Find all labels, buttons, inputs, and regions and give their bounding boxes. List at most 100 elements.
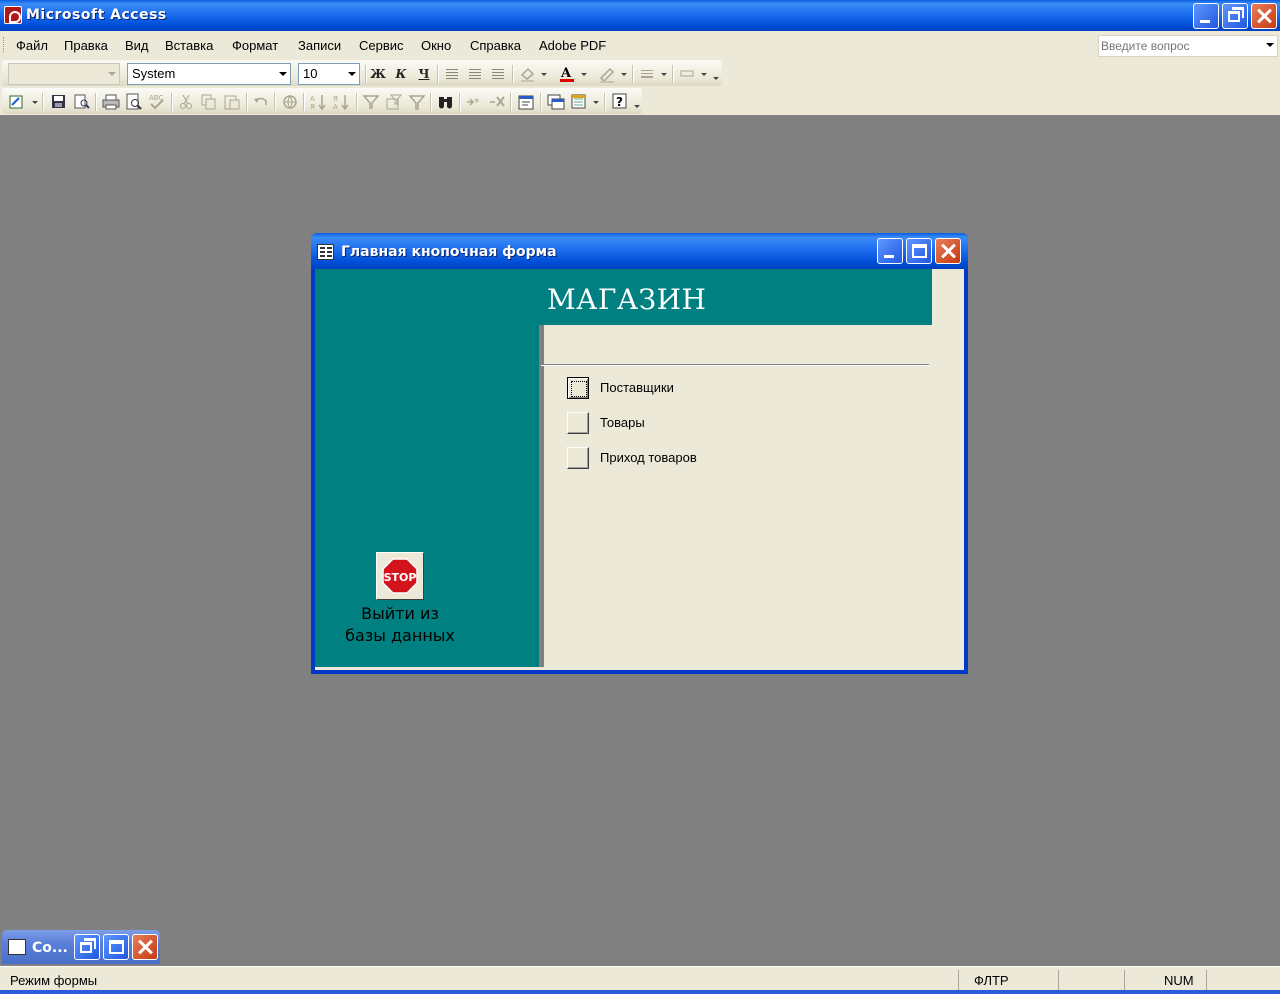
toolbar-options-icon[interactable] [713,77,719,80]
maximize-icon [912,244,927,258]
exit-label: Выйти из базы данных [335,603,465,647]
ask-dropdown-arrow-icon[interactable] [1266,43,1274,47]
cut-button[interactable] [175,91,197,113]
formatting-toolbar: System 10 Ж К Ч A [0,59,1280,87]
new-object-button[interactable] [568,91,590,113]
view-dropdown-icon[interactable] [32,101,38,104]
delete-record-button[interactable] [486,91,508,113]
status-pane-scrl [1206,970,1278,992]
spelling-icon: ABC [149,94,164,110]
new-object-dropdown-icon[interactable] [593,101,599,104]
properties-button[interactable] [515,91,537,113]
fill-color-button[interactable] [517,63,539,85]
bold-button[interactable]: Ж [367,63,389,85]
line-width-button[interactable] [637,63,659,85]
copy-button[interactable] [198,91,220,113]
find-button[interactable] [435,91,457,113]
switchboard-button-goods[interactable] [567,412,589,434]
help-button[interactable]: ? [609,91,631,113]
filter-by-selection-button[interactable] [360,91,382,113]
access-app-icon[interactable] [4,6,22,24]
line-color-button[interactable] [596,63,618,85]
view-button[interactable] [6,91,28,113]
hyperlink-button[interactable] [279,91,301,113]
font-color-button[interactable]: A [556,63,578,85]
switchboard-label-goods-receipt: Приход товаров [600,450,697,465]
minimize-icon [1200,20,1210,23]
menu-adobe-pdf[interactable]: Adobe PDF [539,38,606,53]
menu-edit[interactable]: Правка [64,38,108,53]
minimized-maximize-button[interactable] [103,934,129,960]
form-minimize-button[interactable] [877,238,903,264]
ask-question-box[interactable] [1098,35,1278,57]
new-record-button[interactable]: * [463,91,485,113]
switchboard-button-goods-receipt[interactable] [567,447,589,469]
menu-window[interactable]: Окно [421,38,451,53]
paste-button[interactable] [221,91,243,113]
switchboard-button-suppliers[interactable] [567,377,589,399]
menu-tools[interactable]: Сервис [359,38,404,53]
align-center-button[interactable] [464,63,486,85]
line-color-dropdown-icon[interactable] [621,73,627,76]
exit-database-button[interactable]: STOP [376,552,424,600]
filter-by-form-button[interactable] [383,91,405,113]
minimized-restore-button[interactable] [74,934,100,960]
ask-question-input[interactable] [1101,38,1256,54]
font-color-dropdown-icon[interactable] [581,73,587,76]
align-right-button[interactable] [487,63,509,85]
database-window-button[interactable] [545,91,567,113]
font-color-icon: A [560,66,574,82]
fill-color-dropdown-icon[interactable] [541,73,547,76]
sort-ascending-button[interactable]: AЯ [308,91,330,113]
minimized-close-button[interactable] [132,934,158,960]
print-preview-icon [126,93,142,110]
font-combo[interactable]: System [127,63,291,85]
print-preview-button[interactable] [123,91,145,113]
toolbar-separator [632,65,634,83]
new-object-icon [571,94,586,109]
special-effect-dropdown-icon[interactable] [701,73,707,76]
svg-text:A: A [310,95,315,103]
filter-selection-icon [362,95,380,109]
form-icon[interactable] [317,244,334,260]
svg-text:?: ? [616,95,623,109]
underline-button[interactable]: Ч [413,63,435,85]
restore-button[interactable] [1222,3,1248,29]
line-width-dropdown-icon[interactable] [661,73,667,76]
form-maximize-button[interactable] [906,238,932,264]
italic-button[interactable]: К [390,63,412,85]
toolbar-separator [246,93,248,111]
minimize-button[interactable] [1193,3,1219,29]
menu-file[interactable]: Файл [16,38,48,53]
print-button[interactable] [100,91,122,113]
undo-button[interactable] [250,91,272,113]
menu-records[interactable]: Записи [298,38,341,53]
form-close-button[interactable] [935,238,961,264]
special-effect-button[interactable] [677,63,699,85]
align-left-button[interactable] [441,63,463,85]
font-size-combo[interactable]: 10 [298,63,360,85]
menu-help[interactable]: Справка [470,38,521,53]
switchboard-titlebar[interactable]: Главная кнопочная форма [311,233,968,269]
shop-title: МАГАЗИН [547,283,707,316]
status-num: NUM [1164,973,1194,988]
spelling-button[interactable]: ABC [146,91,168,113]
file-search-button[interactable] [71,91,93,113]
close-icon [133,935,157,959]
toolbar-separator [437,65,439,83]
status-pane-empty [1058,970,1124,992]
sort-descending-button[interactable]: ЯA [331,91,353,113]
chevron-down-icon [279,72,287,76]
minimized-window[interactable]: Co... [2,930,160,964]
toolbar-separator [510,93,512,111]
toolbar-options-icon[interactable] [634,105,640,108]
filter-form-icon [386,94,403,110]
object-combo[interactable] [8,63,120,85]
menu-grip[interactable] [3,37,6,53]
menu-insert[interactable]: Вставка [165,38,213,53]
menu-format[interactable]: Формат [232,38,278,53]
save-button[interactable] [48,91,70,113]
menu-view[interactable]: Вид [125,38,149,53]
close-button[interactable] [1251,3,1277,29]
apply-filter-button[interactable] [406,91,428,113]
